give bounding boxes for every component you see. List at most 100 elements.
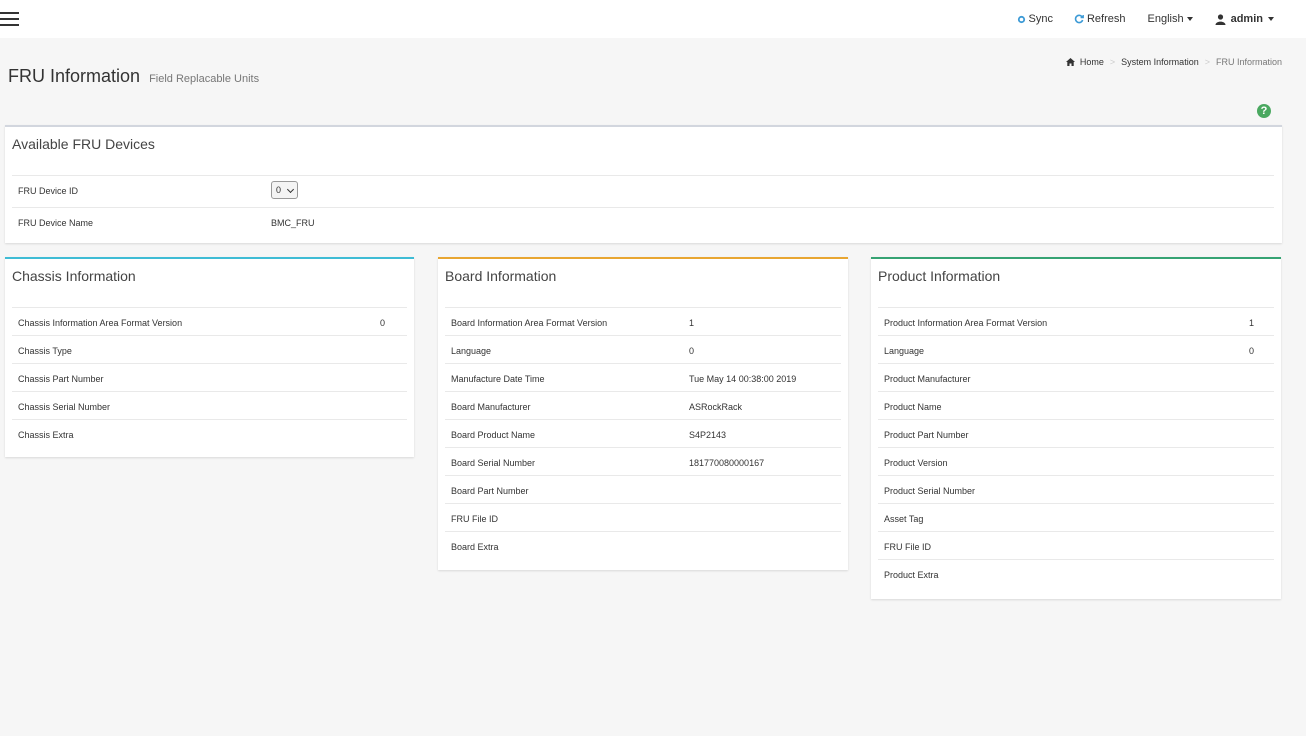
chevron-down-icon <box>1186 17 1193 21</box>
fru-device-id-row: FRU Device ID 0 <box>12 175 1274 207</box>
chevron-down-icon <box>1268 17 1274 21</box>
row-label: Chassis Information Area Format Version <box>18 318 183 328</box>
refresh-label: Refresh <box>1086 13 1126 25</box>
table-row: Product Part Number <box>878 420 1274 448</box>
row-label: Board Product Name <box>451 430 536 440</box>
breadcrumb-system-information[interactable]: System Information <box>1121 57 1199 67</box>
table-row: Board Extra <box>445 532 841 559</box>
breadcrumb-home[interactable]: Home <box>1080 57 1104 67</box>
row-label: FRU File ID <box>884 542 931 552</box>
hamburger-menu-icon[interactable] <box>0 12 19 26</box>
row-label: Chassis Extra <box>18 430 74 440</box>
row-label: Asset Tag <box>884 514 924 524</box>
row-value: 1 <box>689 318 695 328</box>
table-row: Product Information Area Format Version 1 <box>878 308 1274 336</box>
table-row: Language 0 <box>878 336 1274 364</box>
user-name: admin <box>1230 13 1263 25</box>
breadcrumb-separator: > <box>1109 57 1116 67</box>
row-label: Chassis Type <box>18 346 72 356</box>
table-row: Product Serial Number <box>878 476 1274 504</box>
table-row: Product Extra <box>878 560 1274 587</box>
table-row: Product Manufacturer <box>878 364 1274 392</box>
top-right-menu: Sync Refresh English admin <box>1017 0 1306 38</box>
refresh-button[interactable]: Refresh <box>1074 13 1126 25</box>
table-row: Product Version <box>878 448 1274 476</box>
row-label: Board Extra <box>451 542 499 552</box>
row-label: Product Information Area Format Version <box>884 318 1048 328</box>
table-row: Manufacture Date Time Tue May 14 00:38:00… <box>445 364 841 392</box>
fru-device-name-row: FRU Device Name BMC_FRU <box>12 207 1274 239</box>
table-row: Chassis Part Number <box>12 364 407 392</box>
refresh-icon <box>1074 14 1084 24</box>
row-label: Language <box>884 346 925 356</box>
table-row: Board Information Area Format Version 1 <box>445 308 841 336</box>
row-value: S4P2143 <box>689 430 727 440</box>
home-icon <box>1065 58 1075 66</box>
row-label: Manufacture Date Time <box>451 374 545 384</box>
chassis-information-table: Chassis Information Area Format Version 0… <box>12 307 407 447</box>
chassis-information-panel: Chassis Information Chassis Information … <box>5 257 414 457</box>
row-label: Chassis Serial Number <box>18 402 111 412</box>
product-information-panel: Product Information Product Information … <box>871 257 1281 599</box>
table-row: Board Manufacturer ASRockRack <box>445 392 841 420</box>
row-label: Product Version <box>884 458 948 468</box>
row-value: ASRockRack <box>689 402 743 412</box>
row-label: Board Serial Number <box>451 458 536 468</box>
language-label: English <box>1147 13 1184 25</box>
table-row: FRU File ID <box>878 532 1274 560</box>
sync-icon <box>1017 15 1025 23</box>
row-label: Language <box>451 346 492 356</box>
row-value: 0 <box>1249 346 1255 356</box>
help-icon[interactable]: ? <box>1257 104 1271 118</box>
table-row: Asset Tag <box>878 504 1274 532</box>
user-dropdown[interactable]: admin <box>1215 13 1274 25</box>
table-row: Board Part Number <box>445 476 841 504</box>
chassis-information-title: Chassis Information <box>12 268 136 284</box>
breadcrumb-current: FRU Information <box>1215 57 1282 67</box>
fru-device-id-value: 0 <box>276 185 282 195</box>
row-value: 0 <box>380 318 386 328</box>
row-label: Board Part Number <box>451 486 529 496</box>
page-title-text: FRU Information <box>8 66 141 86</box>
board-information-table: Board Information Area Format Version 1 La… <box>445 307 841 559</box>
row-label: Product Manufacturer <box>884 374 971 384</box>
row-label: Board Manufacturer <box>451 402 531 412</box>
row-value: 1 <box>1249 318 1255 328</box>
product-information-title: Product Information <box>878 268 1001 284</box>
table-row: Chassis Information Area Format Version 0 <box>12 308 407 336</box>
row-label: Product Part Number <box>884 430 969 440</box>
product-information-table: Product Information Area Format Version 1… <box>878 307 1274 587</box>
language-dropdown[interactable]: English <box>1148 13 1193 25</box>
fru-device-name-label: FRU Device Name <box>18 218 94 228</box>
table-row: Chassis Serial Number <box>12 392 407 420</box>
breadcrumb: Home > System Information > FRU Informat… <box>1065 57 1282 67</box>
row-label: Product Extra <box>884 570 939 580</box>
table-row: Product Name <box>878 392 1274 420</box>
table-row: Chassis Type <box>12 336 407 364</box>
row-value: Tue May 14 00:38:00 2019 <box>689 374 797 384</box>
board-information-title: Board Information <box>445 268 557 284</box>
page-title: FRU Information Field Replacable Units <box>8 66 259 87</box>
user-icon <box>1215 13 1226 25</box>
row-label: Product Serial Number <box>884 486 976 496</box>
board-information-panel: Board Information Board Information Area… <box>438 257 848 570</box>
row-value: 0 <box>689 346 695 356</box>
page-subtitle: Field Replacable Units <box>149 73 260 85</box>
chevron-down-icon <box>286 185 295 194</box>
sync-label: Sync <box>1028 13 1053 25</box>
row-value: 181770080000167 <box>689 458 765 468</box>
row-label: Board Information Area Format Version <box>451 318 608 328</box>
table-row: FRU File ID <box>445 504 841 532</box>
sync-button[interactable]: Sync <box>1017 13 1053 25</box>
row-label: FRU File ID <box>451 514 498 524</box>
table-row: Board Serial Number 181770080000167 <box>445 448 841 476</box>
available-fru-devices-title: Available FRU Devices <box>12 136 155 152</box>
available-fru-devices-panel: Available FRU Devices FRU Device ID 0 FR… <box>5 125 1282 243</box>
row-label: Product Name <box>884 402 942 412</box>
fru-device-name-value: BMC_FRU <box>271 218 315 228</box>
top-navbar: Sync Refresh English admin <box>0 0 1306 38</box>
fru-device-id-select[interactable]: 0 <box>271 181 298 199</box>
breadcrumb-separator: > <box>1204 57 1210 67</box>
table-row: Chassis Extra <box>12 420 407 447</box>
table-row: Board Product Name S4P2143 <box>445 420 841 448</box>
